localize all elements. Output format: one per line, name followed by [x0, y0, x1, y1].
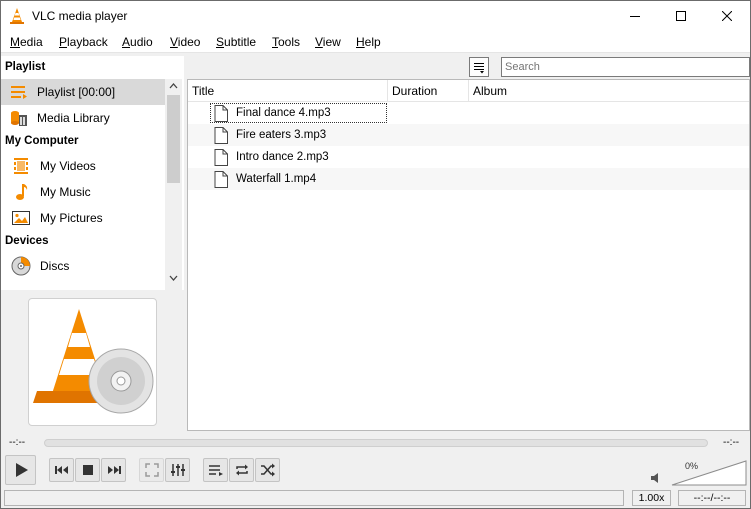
- equalizer-icon: [170, 464, 185, 476]
- playlist-view: Title Duration Album Final dance 4.mp3 F…: [187, 79, 750, 431]
- sidebar-item-label: Discs: [40, 259, 70, 273]
- sidebar-scrollbar[interactable]: [165, 79, 182, 290]
- album-art: [28, 298, 157, 426]
- maximize-icon: [676, 11, 686, 21]
- menu-bar: Media Playback Audio Video Subtitle Tool…: [1, 31, 750, 53]
- menu-help[interactable]: Help: [356, 35, 381, 49]
- column-divider[interactable]: [468, 80, 469, 102]
- music-note-icon: [11, 182, 31, 202]
- play-icon: [15, 463, 28, 477]
- sidebar-header-my-computer: My Computer: [5, 135, 79, 147]
- list-view-icon: [474, 63, 484, 74]
- vlc-cone-disc-icon: [33, 309, 154, 414]
- close-icon: [722, 11, 732, 21]
- playback-speed[interactable]: 1.00x: [632, 490, 671, 506]
- playlist-toolbar: [187, 56, 750, 78]
- media-library-icon: [9, 108, 29, 128]
- playlist-row-title: Waterfall 1.mp4: [236, 173, 317, 185]
- column-title[interactable]: Title: [192, 84, 214, 98]
- minimize-button[interactable]: [612, 1, 658, 31]
- menu-media[interactable]: Media: [10, 35, 43, 49]
- playlist-toggle-icon: [208, 465, 223, 476]
- disc-icon: [11, 256, 31, 276]
- sidebar-item-label: Playlist [00:00]: [37, 85, 116, 99]
- previous-icon: [54, 466, 68, 474]
- playlist-row[interactable]: Final dance 4.mp3: [188, 102, 749, 124]
- playlist-header: Title Duration Album: [188, 80, 749, 102]
- playlist-row-title: Fire eaters 3.mp3: [236, 129, 327, 141]
- playlist-row[interactable]: Waterfall 1.mp4: [188, 168, 749, 190]
- playlist-row-title: Intro dance 2.mp3: [236, 151, 329, 163]
- vlc-window: VLC media player Media Playback Audio Vi…: [0, 0, 751, 509]
- sidebar-item-label: My Pictures: [40, 211, 103, 225]
- toggle-playlist-button[interactable]: [203, 458, 228, 482]
- fullscreen-icon: [144, 463, 159, 477]
- scroll-up-icon[interactable]: [169, 82, 178, 90]
- sidebar-header-devices: Devices: [5, 235, 49, 247]
- focus-rect: [210, 103, 387, 123]
- playlist-icon: [9, 82, 29, 102]
- menu-playback[interactable]: Playback: [59, 35, 108, 49]
- video-icon: [11, 156, 31, 176]
- volume-percent: 0%: [685, 461, 699, 471]
- previous-button[interactable]: [49, 458, 74, 482]
- sidebar: Playlist Playlist [00:00] Media Library …: [1, 56, 184, 290]
- fullscreen-button[interactable]: [139, 458, 164, 482]
- status-message: [4, 490, 624, 506]
- playlist-row[interactable]: Fire eaters 3.mp3: [188, 124, 749, 146]
- loop-button[interactable]: [229, 458, 254, 482]
- stop-button[interactable]: [75, 458, 100, 482]
- shuffle-button[interactable]: [255, 458, 280, 482]
- sidebar-item-label: My Music: [40, 185, 91, 199]
- title-bar: VLC media player: [1, 1, 750, 31]
- remaining-time[interactable]: --:--: [723, 437, 739, 448]
- sidebar-item-label: Media Library: [37, 111, 110, 125]
- column-duration[interactable]: Duration: [392, 84, 437, 98]
- elapsed-time: --:--: [9, 437, 26, 448]
- column-divider[interactable]: [387, 80, 388, 102]
- close-button[interactable]: [704, 1, 750, 31]
- scroll-down-icon[interactable]: [169, 274, 178, 282]
- sidebar-item-my-music[interactable]: My Music: [1, 179, 165, 205]
- seek-row: --:-- --:--: [1, 436, 750, 452]
- play-button[interactable]: [5, 455, 36, 485]
- column-album[interactable]: Album: [473, 84, 507, 98]
- sidebar-item-label: My Videos: [40, 159, 96, 173]
- menu-tools[interactable]: Tools: [272, 35, 300, 49]
- menu-video[interactable]: Video: [170, 35, 200, 49]
- window-title: VLC media player: [32, 9, 128, 23]
- menu-view[interactable]: View: [315, 35, 341, 49]
- speaker-icon[interactable]: [650, 472, 662, 484]
- stop-icon: [82, 465, 93, 475]
- search-input[interactable]: [501, 57, 750, 77]
- file-icon: [214, 170, 228, 188]
- vlc-cone-icon: [10, 8, 24, 24]
- minimize-icon: [630, 16, 640, 17]
- status-bar: 1.00x --:--/--:--: [1, 488, 750, 508]
- sidebar-item-my-videos[interactable]: My Videos: [1, 153, 165, 179]
- file-icon: [214, 126, 228, 144]
- sidebar-scroll-thumb[interactable]: [167, 95, 180, 183]
- picture-icon: [11, 208, 31, 228]
- time-display[interactable]: --:--/--:--: [678, 490, 746, 506]
- sidebar-item-my-pictures[interactable]: My Pictures: [1, 205, 165, 231]
- next-icon: [107, 466, 121, 474]
- playlist-view-toggle[interactable]: [469, 57, 489, 77]
- next-button[interactable]: [101, 458, 126, 482]
- maximize-button[interactable]: [658, 1, 704, 31]
- sidebar-item-media-library[interactable]: Media Library: [1, 105, 165, 131]
- menu-audio[interactable]: Audio: [122, 35, 153, 49]
- loop-icon: [235, 464, 248, 476]
- extended-settings-button[interactable]: [165, 458, 190, 482]
- sidebar-header-playlist: Playlist: [5, 61, 46, 73]
- file-icon: [214, 148, 228, 166]
- volume-slider[interactable]: [671, 460, 747, 486]
- menu-subtitle[interactable]: Subtitle: [216, 35, 256, 49]
- sidebar-item-playlist[interactable]: Playlist [00:00]: [1, 79, 165, 105]
- shuffle-icon: [260, 463, 275, 477]
- seek-slider[interactable]: [44, 439, 708, 447]
- playlist-row[interactable]: Intro dance 2.mp3: [188, 146, 749, 168]
- sidebar-item-discs[interactable]: Discs: [1, 253, 165, 279]
